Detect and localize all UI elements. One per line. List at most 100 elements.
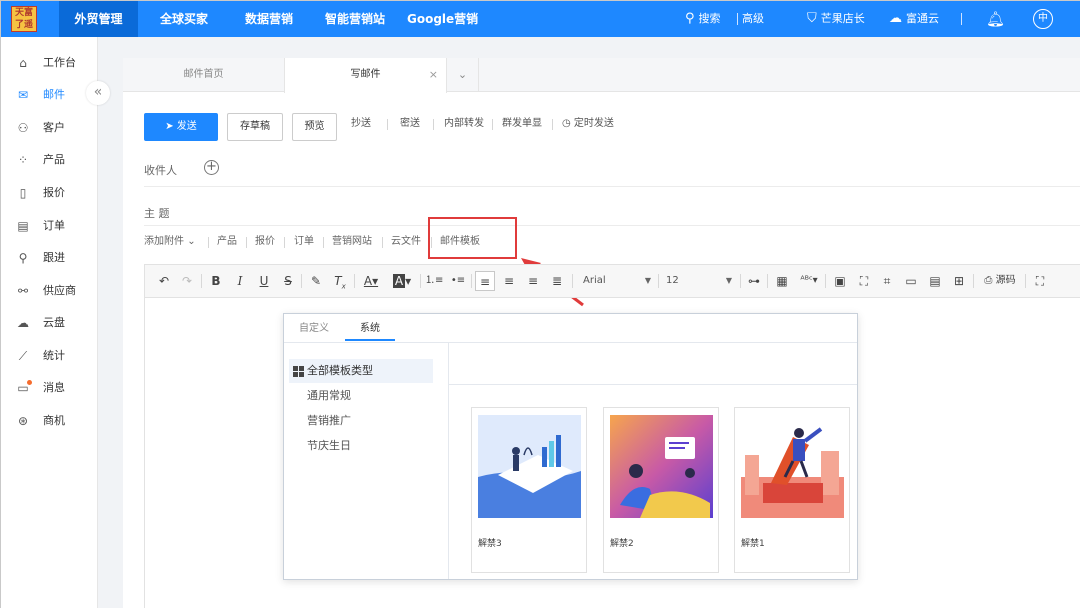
add-attachment-dropdown[interactable]: 添加附件 ⌄ — [144, 235, 196, 249]
save-draft-button[interactable]: 存草稿 — [227, 113, 283, 141]
advanced-search-link[interactable]: 高级 — [742, 1, 764, 37]
internal-forward-link[interactable]: 内部转发 — [444, 116, 484, 132]
divider — [420, 274, 421, 288]
unordered-list-icon[interactable]: •≡ — [449, 271, 467, 291]
cloud-label: 富通云 — [906, 12, 939, 25]
sidebar-item-label: 跟进 — [43, 251, 65, 264]
align-right-icon[interactable]: ≡ — [524, 271, 542, 291]
chevron-down-icon[interactable]: ⌄ — [447, 58, 479, 92]
attach-cloud-file-link[interactable]: 云文件 — [391, 235, 421, 249]
divider — [961, 13, 962, 25]
category-holiday[interactable]: 节庆生日 — [289, 434, 433, 458]
sidebar-item-orders[interactable]: ▤ 订单 — [1, 214, 98, 238]
screenshot-icon[interactable]: ⛶ — [855, 271, 873, 291]
tab-custom[interactable]: 自定义 — [291, 317, 337, 341]
bold-icon[interactable]: B — [207, 271, 225, 291]
source-code-button[interactable]: ⎙ 源码 — [979, 271, 1021, 291]
align-justify-icon[interactable]: ≣ — [548, 271, 566, 291]
redo-icon[interactable]: ↷ — [178, 271, 196, 291]
align-left-icon[interactable]: ≡ — [475, 271, 495, 291]
collapse-sidebar-button[interactable]: « — [86, 81, 110, 105]
link-icon[interactable]: ⊶ — [745, 271, 763, 291]
category-all[interactable]: 全部模板类型 — [289, 359, 433, 383]
sidebar-item-suppliers[interactable]: ⚯ 供应商 — [1, 279, 98, 303]
cloud-link[interactable]: ☁ 富通云 — [889, 1, 939, 37]
sidebar-item-opportunities[interactable]: ⊛ 商机 — [1, 409, 98, 433]
attach-product-link[interactable]: 产品 — [217, 235, 237, 249]
spellcheck-icon[interactable]: ᴬᴮᶜ▾ — [797, 271, 821, 291]
font-size-select[interactable]: 12 ▼ — [666, 271, 732, 291]
tab-mail-home[interactable]: 邮件首页 — [123, 58, 284, 92]
bell-icon[interactable]: 🔔︎ — [986, 1, 1005, 37]
table-icon[interactable]: ⊞ — [950, 271, 968, 291]
tab-compose-label: 写邮件 — [350, 69, 381, 80]
sidebar-item-workbench[interactable]: ⌂ 工作台 — [1, 51, 98, 75]
tab-system[interactable]: 系统 — [345, 317, 395, 341]
template-thumbnail — [741, 415, 844, 518]
nav-smart-site[interactable]: 智能营销站 — [313, 1, 397, 37]
search-icon: ⚲ — [685, 11, 695, 26]
sidebar-item-label: 产品 — [43, 153, 65, 166]
caret-down-icon: ▼ — [725, 276, 732, 285]
watermark-icon[interactable]: ▭ — [902, 271, 920, 291]
top-navigation-bar: 天富 了遥 外贸管理 全球买家 数据营销 智能营销站 Google营销 ⚲ 搜索 高… — [1, 1, 1080, 37]
send-button[interactable]: ➤ 发送 — [144, 113, 218, 141]
paste-icon[interactable]: ▤ — [926, 271, 944, 291]
sidebar-item-customers[interactable]: ⚇ 客户 — [1, 116, 98, 140]
divider — [144, 186, 1080, 187]
sidebar-item-products[interactable]: ⁘ 产品 — [1, 148, 98, 172]
crop-icon[interactable]: ⌗ — [878, 271, 896, 291]
sidebar-item-cloud-disk[interactable]: ☁ 云盘 — [1, 311, 98, 335]
shop-link[interactable]: ⛉ 芒果店长 — [807, 1, 865, 37]
template-card[interactable]: 解禁2 — [603, 407, 719, 573]
format-painter-icon[interactable]: ✎ — [307, 271, 325, 291]
category-general[interactable]: 通用常规 — [289, 384, 433, 408]
add-recipient-icon[interactable]: + — [204, 160, 219, 175]
font-color-icon[interactable]: A▾ — [359, 271, 383, 291]
align-center-icon[interactable]: ≡ — [500, 271, 518, 291]
sidebar-item-quotes[interactable]: ▯ 报价 — [1, 181, 98, 205]
template-card[interactable]: 解禁1 — [734, 407, 850, 573]
close-icon[interactable]: × — [429, 58, 438, 92]
underline-icon[interactable]: U — [255, 271, 273, 291]
nav-global-buyers[interactable]: 全球买家 — [148, 1, 220, 37]
table-format-icon[interactable]: ▦ — [773, 271, 791, 291]
cc-link[interactable]: 抄送 — [351, 116, 371, 132]
search-button[interactable]: ⚲ 搜索 — [685, 1, 721, 37]
sidebar-item-mail[interactable]: ✉ 邮件 — [1, 83, 98, 107]
sidebar-item-messages[interactable]: ▭ 消息 — [1, 376, 98, 400]
ordered-list-icon[interactable]: ⒈≡ — [425, 271, 443, 291]
sidebar-item-label: 供应商 — [43, 284, 76, 297]
divider — [492, 119, 493, 130]
source-code-label: 源码 — [995, 275, 1016, 286]
fullscreen-icon[interactable]: ⛶ — [1031, 271, 1049, 291]
group-single-link[interactable]: 群发单显 — [502, 116, 542, 132]
nav-data-marketing[interactable]: 数据营销 — [233, 1, 305, 37]
template-card[interactable]: 解禁3 — [471, 407, 587, 573]
scheduled-send-link[interactable]: ◷ 定时发送 — [562, 116, 614, 132]
attach-quote-link[interactable]: 报价 — [255, 235, 275, 249]
category-marketing[interactable]: 营销推广 — [289, 409, 433, 433]
caret-down-icon: ▼ — [644, 276, 651, 285]
divider — [201, 274, 202, 288]
strikethrough-icon[interactable]: S — [279, 271, 297, 291]
sidebar-item-followup[interactable]: ⚲ 跟进 — [1, 246, 98, 270]
app-logo[interactable]: 天富 了遥 — [11, 6, 37, 32]
sidebar-item-statistics[interactable]: ⟋ 统计 — [1, 344, 98, 368]
divider — [323, 237, 324, 248]
attach-order-link[interactable]: 订单 — [294, 235, 314, 249]
font-family-select[interactable]: Arial ▼ — [583, 271, 651, 291]
language-toggle[interactable]: 中 — [1033, 9, 1053, 29]
attach-marketing-site-link[interactable]: 营销网站 — [332, 235, 372, 249]
italic-icon[interactable]: I — [231, 271, 249, 291]
send-icon: ➤ — [165, 121, 177, 132]
preview-button[interactable]: 预览 — [292, 113, 337, 141]
nav-google-marketing[interactable]: Google营销 — [395, 1, 490, 37]
clear-format-icon[interactable]: Tx — [331, 271, 349, 291]
nav-foreign-trade[interactable]: 外贸管理 — [59, 1, 138, 37]
bcc-link[interactable]: 密送 — [400, 116, 420, 132]
image-icon[interactable]: ▣ — [831, 271, 849, 291]
undo-icon[interactable]: ↶ — [155, 271, 173, 291]
background-color-icon[interactable]: A ▾ — [389, 271, 415, 291]
tab-compose[interactable]: 写邮件 × — [284, 58, 447, 93]
